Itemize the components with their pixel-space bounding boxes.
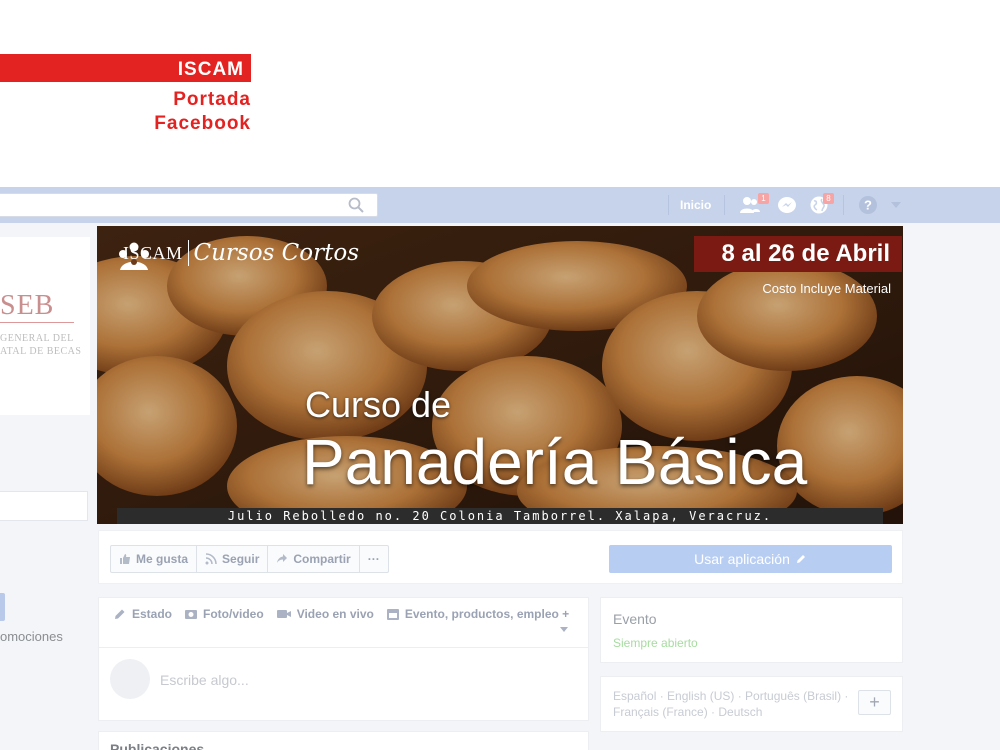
left-nav-item[interactable] [0,491,88,521]
like-label: Me gusta [136,552,189,566]
page-root: ISCAM Portada Facebook Inicio 1 8 ? SEB … [0,0,1000,750]
left-create-button[interactable] [0,593,5,621]
account-menu-chevron-icon[interactable] [889,198,903,212]
profile-picture-card[interactable] [0,237,90,415]
cover-course-prefix: Curso de [305,384,452,425]
composer-tab-live-label: Video en vivo [296,607,374,621]
composer-tab-photo-label: Foto/video [203,607,264,621]
composer-tab-event[interactable]: Evento, productos, empleo + [386,607,569,621]
like-button[interactable]: Me gusta [111,546,198,572]
camera-icon [185,610,198,619]
svg-text:?: ? [864,198,872,213]
more-options-button[interactable]: ··· [360,546,388,572]
more-options-label: ··· [367,552,380,566]
page-title-line1: Portada [173,89,251,110]
friend-requests-badge: 1 [758,193,769,204]
composer-input[interactable]: Escribe algo... [160,672,249,688]
messenger-icon[interactable] [776,195,798,215]
cover-brand: ISCAM Cursos Cortos [117,240,360,270]
composer-tab-status-label: Estado [132,607,173,621]
languages-line-2[interactable]: Français (France) · Deutsch [613,705,762,719]
composer-tab-live[interactable]: Video en vivo [276,607,374,621]
nav-home-link[interactable]: Inicio [680,198,711,212]
brand-label: ISCAM [177,59,244,80]
cover-course-name: Panadería Básica [302,426,808,498]
page-title-line2: Facebook [154,113,251,134]
use-app-label: Usar aplicación [694,551,790,567]
rss-icon [205,553,217,565]
left-nav-promotions[interactable]: omociones [0,629,63,644]
search-input[interactable] [0,193,378,217]
topbar-divider [668,195,669,215]
help-icon[interactable]: ? [857,195,879,215]
thumbs-up-icon [120,554,130,564]
cover-photo[interactable]: ISCAM Cursos Cortos 8 al 26 de Abril Cos… [97,226,903,524]
languages-line-1[interactable]: Español · English (US) · Português (Bras… [613,689,848,703]
cover-dates: 8 al 26 de Abril [721,240,890,267]
follow-button[interactable]: Seguir [197,546,269,572]
search-icon[interactable] [347,196,365,214]
calendar-icon [386,609,399,620]
pencil-icon [115,609,125,619]
profile-logo-caption-1: GENERAL DEL [0,333,74,344]
posts-title: Publicaciones [110,741,205,750]
cover-brand-tagline: Cursos Cortos [193,240,360,266]
profile-logo-text: SEB [0,290,55,321]
composer-tab-photo[interactable]: Foto/video [184,607,264,621]
share-button[interactable]: Compartir [268,546,360,572]
iscam-logo-icon [119,242,149,270]
composer-divider [98,647,589,648]
add-language-button[interactable]: + [858,690,891,715]
cover-address-bar: Julio Rebolledo no. 20 Colonia Tamborrel… [117,508,883,524]
use-app-button[interactable]: Usar aplicación [609,545,892,573]
cover-price-note: Costo Incluye Material [762,281,891,296]
share-label: Compartir [293,552,351,566]
avatar [110,659,150,699]
pencil-icon [796,555,805,563]
notifications-badge: 8 [823,193,834,204]
profile-logo-underline [0,322,74,323]
share-arrow-icon [277,554,288,563]
cover-brand-separator [187,240,189,266]
brand-banner: ISCAM [0,54,251,82]
composer-tab-status[interactable]: Estado [113,607,172,621]
video-camera-icon [276,610,291,618]
follow-label: Seguir [222,552,260,566]
page-actions-group: Me gusta Seguir Compartir ··· [110,545,389,573]
event-status: Siempre abierto [613,636,698,650]
composer-tab-event-label: Evento, productos, empleo + [404,607,570,621]
cover-address: Julio Rebolledo no. 20 Colonia Tamborrel… [227,509,773,523]
event-title: Evento [613,611,657,627]
cover-date-banner: 8 al 26 de Abril [694,236,902,272]
topbar-divider [843,195,844,215]
profile-logo-caption-2: ATAL DE BECAS [0,346,82,357]
topbar-divider [724,195,725,215]
event-card[interactable] [600,597,903,663]
chevron-down-icon[interactable] [559,625,569,633]
composer-tabs: Estado Foto/video Video en vivo Evento, … [113,607,581,621]
